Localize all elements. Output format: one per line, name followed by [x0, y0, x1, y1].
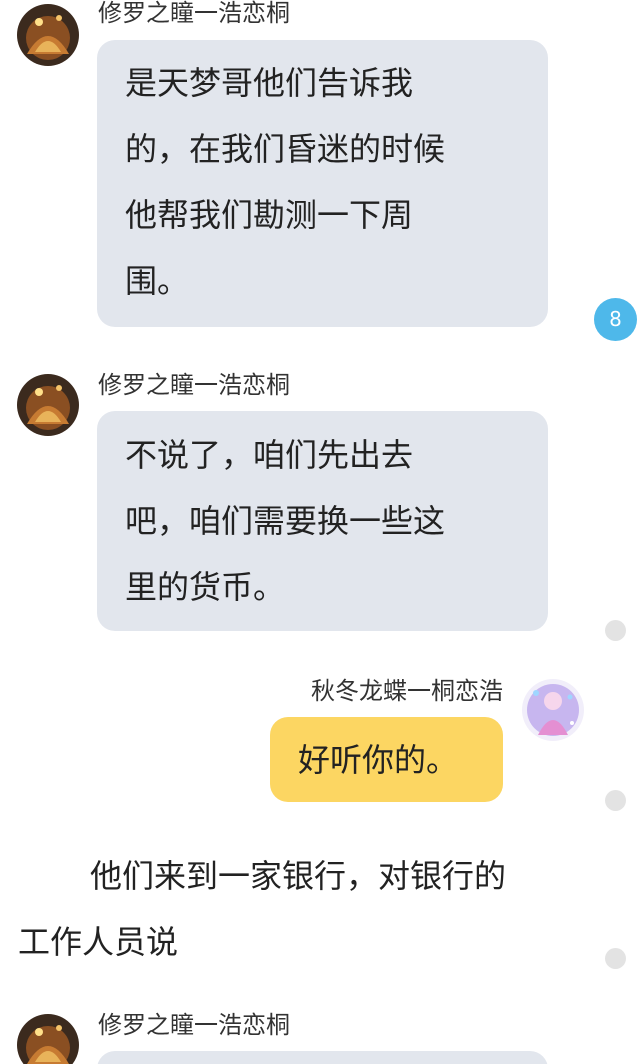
sender-name: 修罗之瞳一浩恋桐 [98, 371, 290, 399]
sender-avatar[interactable] [17, 1014, 79, 1064]
message-bubble[interactable]: 好听你的。 [270, 717, 503, 802]
sender-avatar[interactable] [17, 374, 79, 436]
message-text-line: 的，在我们昏迷的时候 [125, 130, 446, 168]
sender-avatar[interactable] [522, 679, 584, 741]
sender-name: 修罗之瞳一浩恋桐 [98, 0, 290, 27]
message-bubble[interactable]: 是天梦哥他们告诉我 的，在我们昏迷的时候 他帮我们勘测一下周 围。 [97, 40, 548, 327]
message-text-line: 好听你的。 [298, 741, 459, 779]
message-text-line: 他帮我们勘测一下周 [125, 196, 414, 234]
message-text-line: 吧，咱们需要换一些这 [125, 502, 446, 540]
chat-page: 修罗之瞳一浩恋桐 是天梦哥他们告诉我 的，在我们昏迷的时候 他帮我们勘测一下周 … [0, 0, 640, 1064]
status-dot [605, 790, 626, 811]
sender-name: 修罗之瞳一浩恋桐 [98, 1011, 290, 1039]
narration-line: 工作人员说 [18, 923, 179, 961]
message-bubble[interactable] [97, 1051, 548, 1064]
sender-avatar[interactable] [17, 4, 79, 66]
message-text-line: 是天梦哥他们告诉我 [125, 64, 414, 102]
message-text-line: 不说了，咱们先出去 [125, 436, 414, 474]
message-text-line: 里的货币。 [125, 568, 286, 606]
sender-name: 秋冬龙蝶一桐恋浩 [311, 677, 503, 705]
status-dot [605, 948, 626, 969]
unread-count-badge[interactable]: 8 [594, 298, 637, 341]
status-dot [605, 620, 626, 641]
message-text-line: 围。 [125, 262, 190, 300]
message-bubble[interactable]: 不说了，咱们先出去 吧，咱们需要换一些这 里的货币。 [97, 411, 548, 631]
narration-line: 他们来到一家银行，对银行的 [90, 857, 507, 895]
narration-text: 他们来到一家银行，对银行的 工作人员说 [18, 843, 618, 975]
